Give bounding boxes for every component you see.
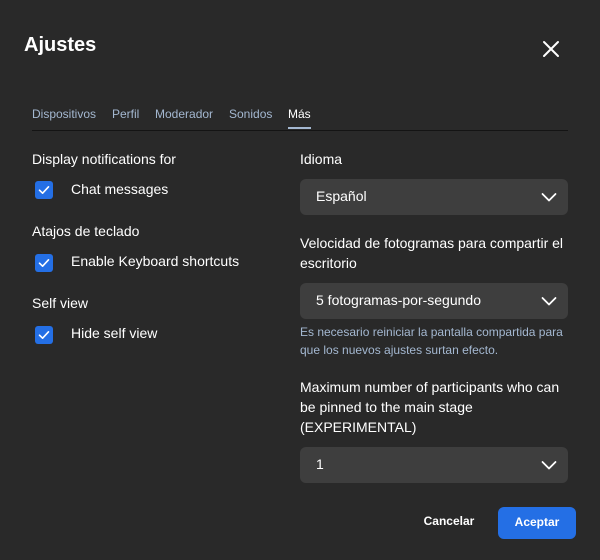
framerate-select[interactable]: 5 fotogramas-por-segundo	[300, 283, 568, 319]
chevron-down-icon	[541, 193, 557, 202]
max-pinned-value: 1	[316, 456, 324, 472]
tab-dispositivos[interactable]: Dispositivos	[32, 107, 96, 121]
close-button[interactable]	[538, 36, 564, 62]
self-view-heading: Self view	[32, 295, 89, 311]
hide-self-view-checkbox[interactable]	[35, 326, 53, 344]
keyboard-shortcuts-label: Enable Keyboard shortcuts	[71, 253, 240, 269]
close-icon	[543, 41, 559, 57]
tab-mas[interactable]: Más	[288, 107, 311, 121]
cancel-button[interactable]: Cancelar	[412, 508, 486, 534]
language-select[interactable]: Español	[300, 179, 568, 215]
notifications-heading: Display notifications for	[32, 151, 176, 167]
accept-button[interactable]: Aceptar	[498, 507, 576, 539]
chat-messages-checkbox[interactable]	[35, 181, 53, 199]
chat-messages-label: Chat messages	[71, 181, 169, 197]
tab-perfil[interactable]: Perfil	[112, 107, 139, 121]
keyboard-shortcuts-checkbox[interactable]	[35, 254, 53, 272]
tab-sonidos[interactable]: Sonidos	[229, 107, 272, 121]
max-pinned-label: Maximum number of participants who can b…	[300, 379, 560, 435]
hide-self-view-label: Hide self view	[71, 325, 158, 341]
framerate-value: 5 fotogramas-por-segundo	[316, 292, 481, 308]
language-label: Idioma	[300, 151, 343, 167]
max-pinned-select[interactable]: 1	[300, 447, 568, 483]
framerate-helper-text: Es necesario reiniciar la pantalla compa…	[300, 325, 563, 357]
chevron-down-icon	[541, 297, 557, 306]
chevron-down-icon	[541, 461, 557, 470]
tab-moderador[interactable]: Moderador	[155, 107, 213, 121]
language-value: Español	[316, 188, 367, 204]
shortcuts-heading: Atajos de teclado	[32, 223, 140, 239]
checkmark-icon	[38, 186, 50, 194]
dialog-title: Ajustes	[24, 34, 97, 56]
framerate-label: Velocidad de fotogramas para compartir e…	[300, 235, 564, 271]
checkmark-icon	[38, 259, 50, 267]
active-tab-indicator	[288, 127, 311, 129]
checkmark-icon	[38, 331, 50, 339]
settings-tabs: Dispositivos Perfil Moderador Sonidos Má…	[32, 105, 568, 131]
